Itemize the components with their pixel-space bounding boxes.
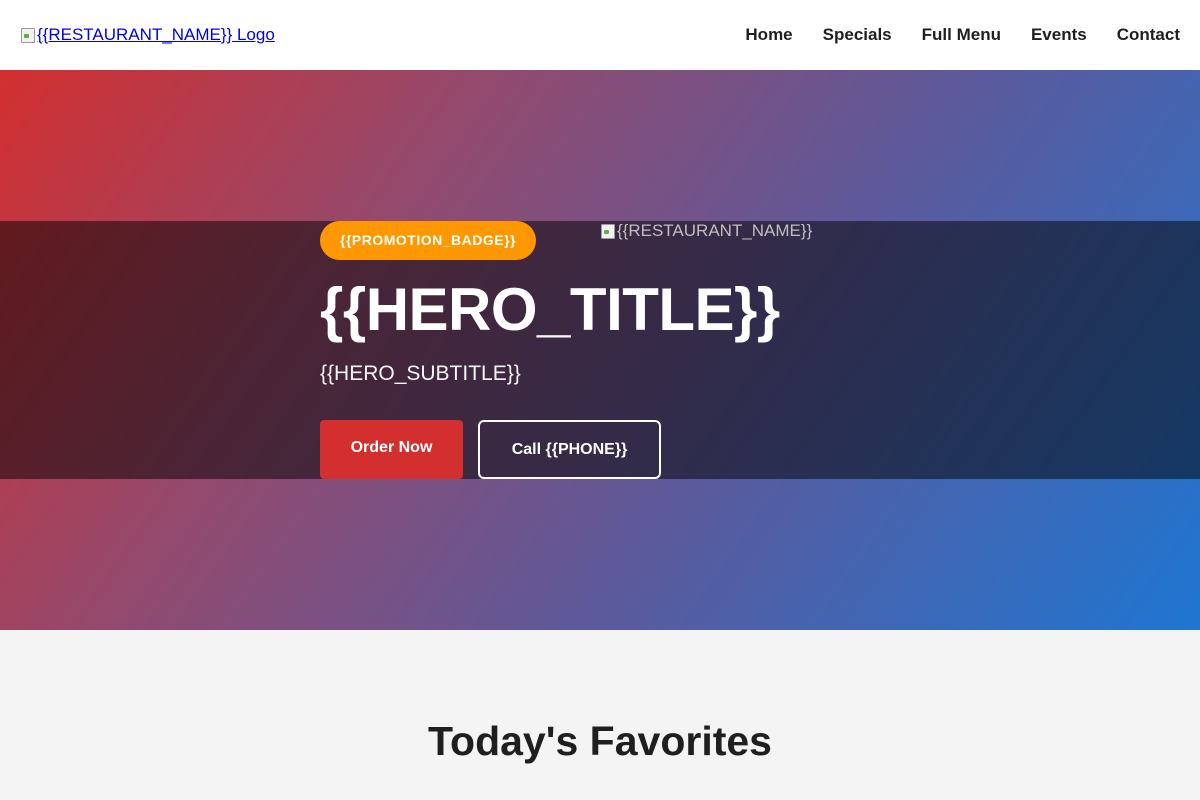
nav-link-events[interactable]: Events	[1031, 25, 1087, 45]
hero-content: {{PROMOTION_BADGE}} {{RESTAURANT_NAME}} …	[320, 221, 880, 479]
promotion-badge: {{PROMOTION_BADGE}}	[320, 221, 536, 260]
section-title: Today's Favorites	[428, 718, 772, 764]
site-header: {{RESTAURANT_NAME}} Logo Home Specials F…	[0, 0, 1200, 70]
hero-buttons: Order Now Call {{PHONE}}	[320, 420, 661, 479]
hero-subtitle: {{HERO_SUBTITLE}}	[320, 362, 521, 385]
logo-alt-text: {{RESTAURANT_NAME}} Logo	[37, 25, 275, 44]
hero-image: {{RESTAURANT_NAME}}	[600, 221, 812, 241]
hero-section: {{PROMOTION_BADGE}} {{RESTAURANT_NAME}} …	[0, 70, 1200, 630]
broken-image-icon	[20, 27, 36, 43]
order-now-button[interactable]: Order Now	[320, 420, 463, 479]
call-phone-button[interactable]: Call {{PHONE}}	[478, 420, 661, 479]
nav-link-specials[interactable]: Specials	[823, 25, 892, 45]
logo-link[interactable]: {{RESTAURANT_NAME}} Logo	[20, 25, 275, 45]
broken-image-icon	[600, 223, 616, 239]
favorites-section: Today's Favorites	[0, 630, 1200, 800]
nav-link-contact[interactable]: Contact	[1117, 25, 1180, 45]
hero-image-alt-text: {{RESTAURANT_NAME}}	[617, 221, 813, 240]
nav-link-home[interactable]: Home	[745, 25, 792, 45]
nav-link-full-menu[interactable]: Full Menu	[922, 25, 1001, 45]
hero-title: {{HERO_TITLE}}	[320, 276, 780, 343]
main-nav: Home Specials Full Menu Events Contact	[745, 25, 1180, 45]
